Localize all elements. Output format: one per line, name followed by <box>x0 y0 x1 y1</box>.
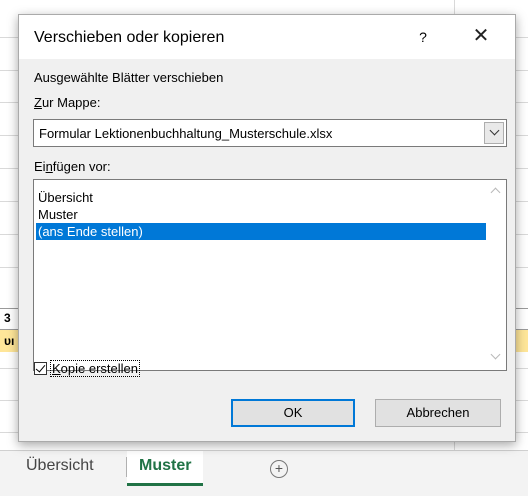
chevron-down-icon <box>489 125 499 136</box>
copy-label-key: K <box>52 361 61 376</box>
ok-button[interactable]: OK <box>231 399 355 427</box>
dialog-titlebar: Verschieben oder kopieren ? ✕ <box>19 15 515 59</box>
workbook-select-value: Formular Lektionenbuchhaltung_Musterschu… <box>39 126 333 141</box>
workbook-label: Zur Mappe: <box>34 95 101 110</box>
add-sheet-icon[interactable]: + <box>270 460 288 478</box>
list-item-muster[interactable]: Muster <box>36 206 486 223</box>
move-copy-dialog: Verschieben oder kopieren ? ✕ Ausgewählt… <box>18 14 516 442</box>
insert-before-label: Einfügen vor: <box>34 159 111 174</box>
sheet-tab-muster[interactable]: Muster <box>127 451 204 486</box>
cell-fragment: ᴜı <box>4 334 15 348</box>
sheet-tab-bar: Übersicht Muster + <box>0 450 528 496</box>
dialog-title: Verschieben oder kopieren <box>34 29 225 46</box>
chevron-down-icon[interactable] <box>490 349 501 360</box>
cancel-button[interactable]: Abbrechen <box>375 399 501 427</box>
cell-fragment: 3 <box>4 311 11 325</box>
insert-before-label-rest: fügen vor: <box>52 159 111 174</box>
close-button[interactable]: ✕ <box>465 23 497 51</box>
list-item-uebersicht[interactable]: Übersicht <box>36 189 486 206</box>
checkmark-icon <box>35 362 46 373</box>
workbook-select[interactable]: Formular Lektionenbuchhaltung_Musterschu… <box>33 119 507 147</box>
instruction-label: Ausgewählte Blätter verschieben <box>34 70 224 85</box>
sheet-listbox[interactable]: Übersicht Muster (ans Ende stellen) <box>33 179 507 371</box>
copy-checkbox-label[interactable]: Kopie erstellen <box>50 360 140 377</box>
list-item-end[interactable]: (ans Ende stellen) <box>36 223 486 240</box>
copy-label-rest: opie erstellen <box>60 361 138 376</box>
insert-before-label-pre: Ei <box>34 159 46 174</box>
help-button[interactable]: ? <box>409 25 437 49</box>
copy-checkbox[interactable] <box>34 362 47 375</box>
sheet-tab-uebersicht[interactable]: Übersicht <box>14 451 106 483</box>
workbook-label-rest: ur Mappe: <box>41 95 101 110</box>
listbox-scrollbar[interactable] <box>488 181 505 369</box>
insert-before-label-key: n <box>45 159 53 174</box>
dropdown-button[interactable] <box>484 122 504 144</box>
chevron-up-icon[interactable] <box>490 187 501 198</box>
workbook-label-key: Z <box>34 95 42 110</box>
